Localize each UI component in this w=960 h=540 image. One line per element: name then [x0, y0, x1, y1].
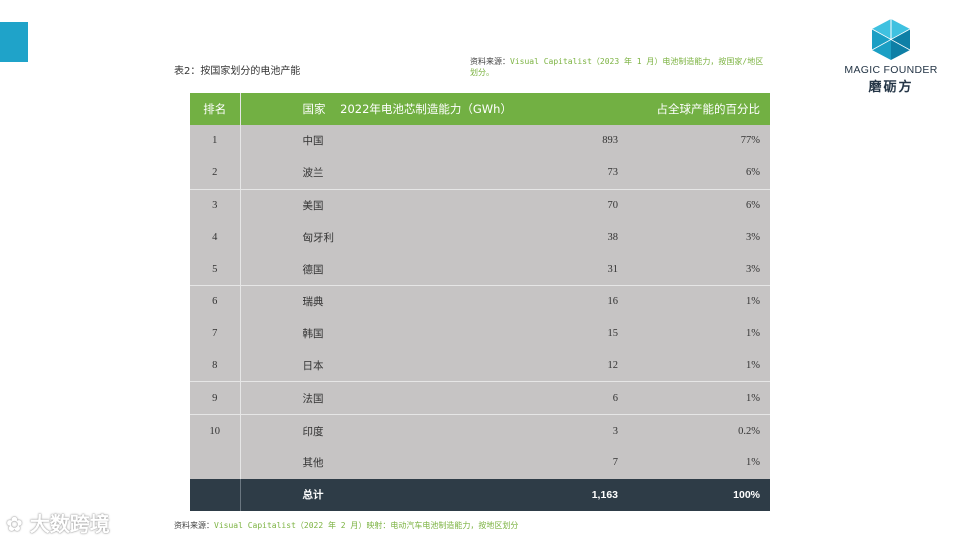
- rank-cell: 6: [190, 284, 241, 318]
- rank-cell: 7: [190, 317, 241, 350]
- country-cell: 中国: [302, 135, 324, 148]
- share-cell: 0.2%: [628, 414, 770, 447]
- header-country-capacity: 国家 2022年电池芯制造能力（GWh）: [240, 93, 628, 125]
- total-rank-cell: [190, 478, 241, 511]
- capacity-cell: 15: [607, 328, 619, 340]
- share-cell: 77%: [740, 135, 760, 147]
- capacity-table: 排名 国家 2022年电池芯制造能力（GWh） 占全球产能的百分比 1 中国 893…: [190, 93, 770, 511]
- brand-logo: MAGIC FOUNDER 磨砺方: [836, 16, 946, 95]
- share-cell: 3%: [746, 231, 760, 243]
- capacity-cell: 73: [607, 167, 619, 179]
- table-row: 7 韩国 15 1%: [190, 317, 770, 350]
- share-cell: 1%: [746, 359, 760, 371]
- table-row: 9 法国 6 1%: [190, 381, 770, 415]
- capacity-cell: 70: [480, 188, 628, 222]
- country-cell: 日本: [302, 359, 324, 372]
- header-share: 占全球产能的百分比: [628, 93, 770, 125]
- country-cell: 瑞典: [240, 284, 480, 318]
- country-cell: 法国: [240, 381, 480, 415]
- watermark: ✿ 大数跨境: [6, 508, 110, 537]
- rank-cell: 2: [190, 156, 241, 190]
- capacity-cell: 3: [480, 414, 628, 447]
- capacity-cell: 12: [607, 359, 619, 371]
- header-capacity: 2022年电池芯制造能力（GWh）: [340, 102, 512, 116]
- total-capacity: 1,163: [480, 478, 628, 511]
- capacity-cell: 16: [480, 284, 628, 318]
- watermark-logo-icon: ✿: [6, 512, 23, 536]
- share-cell: 1%: [746, 457, 760, 469]
- capacity-cell: 31: [607, 263, 619, 275]
- share-cell: 6%: [628, 188, 770, 222]
- watermark-text: 大数跨境: [29, 512, 110, 536]
- rank-cell: 9: [190, 381, 241, 415]
- table-row: 其他 7 1%: [190, 446, 770, 479]
- table-row: 8 日本 12 1%: [190, 349, 770, 382]
- rank-cell: 1: [190, 125, 241, 157]
- logo-text-cn: 磨砺方: [868, 80, 914, 95]
- source-label: 资料来源：: [174, 521, 214, 530]
- table-row: 10 印度 3 0.2%: [190, 414, 770, 447]
- table-title: 表2：按国家划分的电池产能: [174, 66, 301, 77]
- rank-cell: [190, 446, 241, 479]
- country-cell: 韩国: [302, 328, 324, 341]
- capacity-cell: 893: [602, 135, 618, 147]
- share-cell: 1%: [746, 328, 760, 340]
- table-row: 4 匈牙利 38 3%: [190, 221, 770, 254]
- table-row: 3 美国 70 6%: [190, 188, 770, 222]
- capacity-cell: 38: [607, 231, 619, 243]
- country-cell: 德国: [302, 263, 324, 276]
- cube-logo-icon: [871, 19, 911, 60]
- accent-bar: [0, 22, 28, 62]
- source-text: Visual Capitalist（2023 年 1 月）电池制造能力，按国家/…: [470, 57, 764, 77]
- header-rank: 排名: [190, 93, 241, 125]
- rank-cell: 3: [190, 188, 241, 222]
- country-cell: 美国: [240, 188, 480, 222]
- source-text: Visual Capitalist（2022 年 2 月）映射：电动汽车电池制造…: [214, 521, 519, 530]
- capacity-cell: 7: [612, 457, 618, 469]
- table-row: 6 瑞典 16 1%: [190, 284, 770, 318]
- rank-cell: 10: [190, 414, 241, 447]
- country-cell: 匈牙利: [302, 231, 335, 244]
- capacity-cell: 6: [480, 381, 628, 415]
- country-cell: 其他: [302, 457, 324, 470]
- logo-text-en: MAGIC FOUNDER: [844, 64, 938, 76]
- rank-cell: 4: [190, 221, 241, 254]
- rank-cell: 8: [190, 349, 241, 382]
- country-cell: 印度: [240, 414, 480, 447]
- total-row: 总计 1,163 100%: [190, 478, 770, 511]
- source-note-bottom: 资料来源：Visual Capitalist（2022 年 2 月）映射：电动汽…: [174, 520, 518, 531]
- share-cell: 6%: [746, 167, 760, 179]
- share-cell: 3%: [746, 263, 760, 275]
- share-cell: 1%: [628, 284, 770, 318]
- source-note-top: 资料来源：Visual Capitalist（2023 年 1 月）电池制造能力…: [470, 56, 770, 78]
- total-share: 100%: [628, 478, 770, 511]
- source-label: 资料来源：: [470, 57, 510, 66]
- table-header-row: 排名 国家 2022年电池芯制造能力（GWh） 占全球产能的百分比: [190, 93, 770, 125]
- table-row: 5 德国 31 3%: [190, 253, 770, 286]
- rank-cell: 5: [190, 253, 241, 286]
- share-cell: 1%: [628, 381, 770, 415]
- header-country: 国家: [302, 102, 326, 116]
- total-label: 总计: [240, 478, 480, 511]
- table-row: 1 中国 893 77%: [190, 125, 770, 157]
- country-cell: 波兰: [302, 167, 324, 180]
- table-row: 2 波兰 73 6%: [190, 156, 770, 190]
